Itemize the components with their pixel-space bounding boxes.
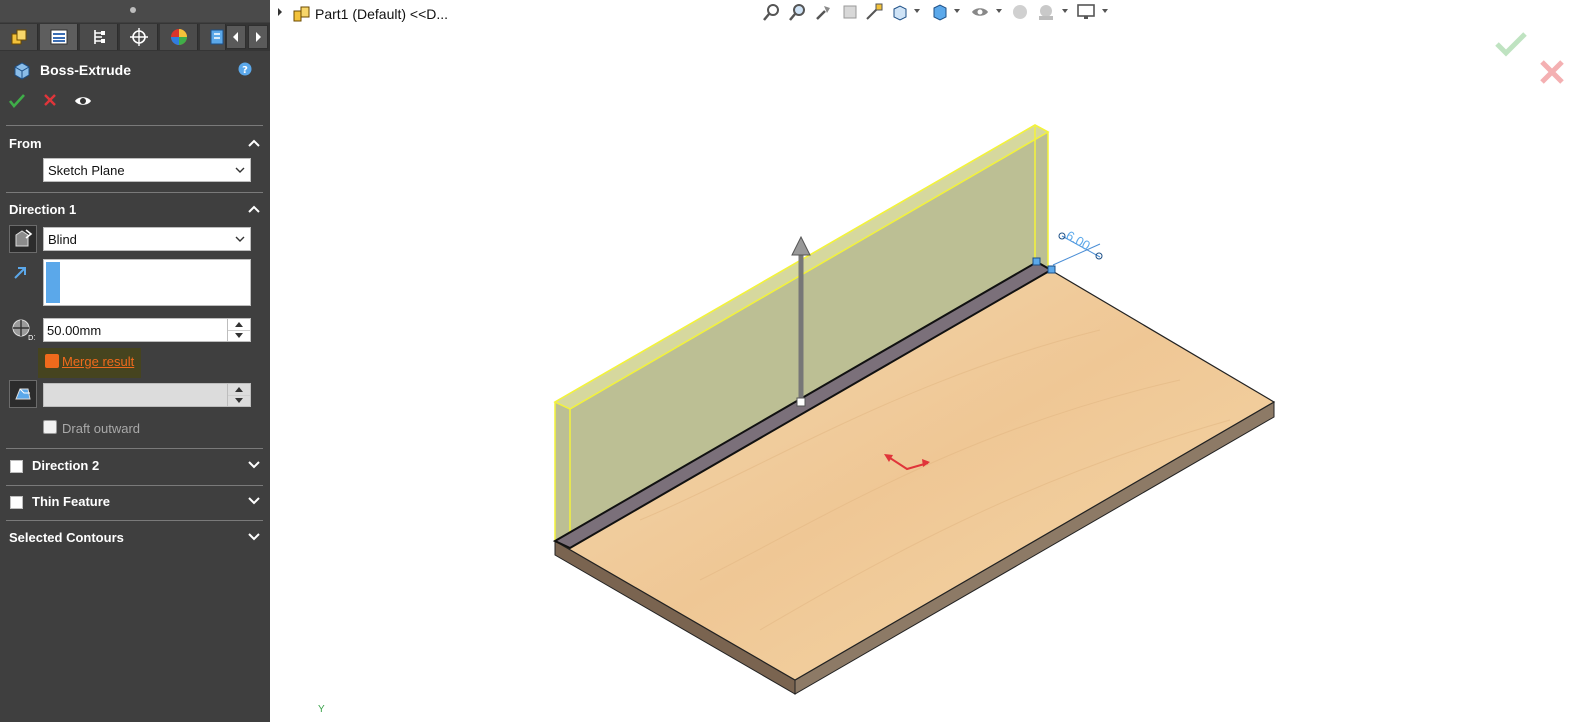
axis-y-label: Y: [318, 704, 325, 715]
hide-show-icon: [972, 8, 988, 16]
dynamic-annotation-icon: [866, 3, 883, 20]
zoom-to-area-icon: [789, 4, 805, 21]
edit-appearance-button[interactable]: [1010, 2, 1030, 22]
depth-drag-handle-base: [796, 397, 806, 407]
sketch-point: [1047, 265, 1056, 274]
view-orientation-icon: [893, 5, 907, 21]
tree-item-part: Part1 (Default) <<D...: [315, 6, 449, 22]
hide-show-items-button[interactable]: [970, 2, 990, 22]
sketch-point: [1032, 257, 1041, 266]
edit-appearance-icon: [1013, 5, 1027, 19]
view-settings-icon: [1077, 4, 1095, 19]
depth-drag-handle-head[interactable]: [791, 235, 811, 256]
hide-show-dropdown-icon[interactable]: [996, 9, 1002, 13]
view-settings-button[interactable]: [1076, 2, 1096, 22]
confirmation-corner-cancel-icon[interactable]: [1538, 58, 1566, 86]
section-view-button[interactable]: [840, 2, 860, 22]
view-orientation-button[interactable]: [890, 2, 910, 22]
zoom-to-area-button[interactable]: [788, 2, 808, 22]
previous-view-button[interactable]: [814, 2, 834, 22]
view-orientation-dropdown-icon[interactable]: [914, 9, 920, 13]
zoom-to-fit-icon: [763, 4, 779, 21]
zoom-to-fit-button[interactable]: [762, 2, 782, 22]
section-view-icon: [843, 5, 857, 19]
part-icon: [293, 6, 310, 22]
apply-scene-dropdown-icon[interactable]: [1062, 9, 1068, 13]
tree-expand-icon[interactable]: [276, 7, 284, 17]
apply-scene-button[interactable]: [1036, 2, 1056, 22]
display-style-button[interactable]: [930, 2, 950, 22]
display-style-icon: [933, 4, 947, 21]
view-settings-dropdown-icon[interactable]: [1102, 9, 1108, 13]
confirmation-corner-ok-icon[interactable]: [1494, 30, 1528, 58]
display-style-dropdown-icon[interactable]: [954, 9, 960, 13]
heads-up-view-toolbar: [760, 0, 1110, 24]
previous-view-icon: [816, 6, 830, 20]
dynamic-annotation-button[interactable]: [864, 2, 884, 22]
apply-scene-icon: [1039, 5, 1053, 20]
model-scene: 6.00: [552, 124, 1276, 695]
